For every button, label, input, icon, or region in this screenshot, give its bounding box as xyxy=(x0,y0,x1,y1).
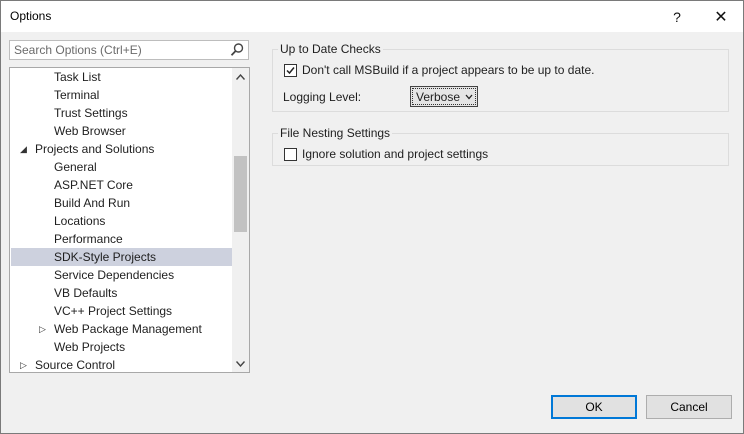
cancel-button-label: Cancel xyxy=(670,400,708,414)
tree-item-label: Service Dependencies xyxy=(54,268,175,282)
tree-item-label: Web Package Management xyxy=(54,322,202,336)
help-icon: ? xyxy=(673,8,681,25)
tree-item-label: Web Browser xyxy=(54,124,126,138)
expand-arrow-icon[interactable]: ▷ xyxy=(20,356,27,372)
tree-item-task-list[interactable]: Task List xyxy=(11,68,232,86)
logging-level-select[interactable]: Verbose xyxy=(410,86,478,107)
search-input[interactable] xyxy=(14,42,224,58)
tree-item-general[interactable]: General xyxy=(11,158,232,176)
close-icon: ✕ xyxy=(714,8,728,26)
collapse-arrow-icon[interactable]: ◢ xyxy=(20,140,27,158)
tree-item-label: VB Defaults xyxy=(54,286,118,300)
tree-item-label: VC++ Project Settings xyxy=(54,304,173,318)
search-box[interactable] xyxy=(9,40,249,60)
tree-item-label: Locations xyxy=(54,214,106,228)
tree-item-label: Task List xyxy=(54,70,101,84)
tree-item-projects-and-solutions[interactable]: ◢ Projects and Solutions xyxy=(11,140,232,158)
tree-item-web-projects[interactable]: Web Projects xyxy=(11,338,232,356)
tree-item-trust-settings[interactable]: Trust Settings xyxy=(11,104,232,122)
tree-item-label: ASP.NET Core xyxy=(54,178,133,192)
tree-item-source-control[interactable]: ▷ Source Control xyxy=(11,356,232,372)
expand-arrow-icon[interactable]: ▷ xyxy=(39,320,46,338)
ok-button-label: OK xyxy=(585,400,603,414)
tree-item-label: Source Control xyxy=(35,358,116,372)
scrollbar-thumb[interactable] xyxy=(234,156,247,232)
tree-item-label: General xyxy=(54,160,97,174)
options-dialog: Options ? ✕ Task List Terminal Trust Set… xyxy=(0,0,744,434)
tree-item-label: SDK-Style Projects xyxy=(54,250,157,264)
dont-call-msbuild-checkbox[interactable] xyxy=(284,64,297,77)
tree-item-vcpp-project-settings[interactable]: VC++ Project Settings xyxy=(11,302,232,320)
ignore-solution-settings-label[interactable]: Ignore solution and project settings xyxy=(302,147,488,161)
search-icon[interactable] xyxy=(229,42,245,58)
up-to-date-group-title: Up to Date Checks xyxy=(278,42,383,56)
ok-button[interactable]: OK xyxy=(551,395,637,419)
options-tree: Task List Terminal Trust Settings Web Br… xyxy=(9,67,250,373)
title-bar: Options ? ✕ xyxy=(1,1,743,32)
tree-item-label: Trust Settings xyxy=(54,106,128,120)
tree-scrollbar[interactable] xyxy=(232,68,249,372)
tree-item-label: Performance xyxy=(54,232,123,246)
tree-item-service-dependencies[interactable]: Service Dependencies xyxy=(11,266,232,284)
scroll-up-button[interactable] xyxy=(232,68,249,85)
logging-level-value: Verbose xyxy=(416,90,461,104)
tree-item-locations[interactable]: Locations xyxy=(11,212,232,230)
help-button[interactable]: ? xyxy=(657,1,697,32)
chevron-up-icon xyxy=(236,73,245,80)
logging-level-label: Logging Level: xyxy=(283,90,362,104)
dont-call-msbuild-label[interactable]: Don't call MSBuild if a project appears … xyxy=(302,63,594,77)
chevron-down-icon xyxy=(236,360,245,367)
tree-item-label: Build And Run xyxy=(54,196,131,210)
file-nesting-group-title: File Nesting Settings xyxy=(278,126,393,140)
checkmark-icon xyxy=(286,67,295,75)
close-button[interactable]: ✕ xyxy=(701,1,741,32)
ignore-solution-settings-checkbox[interactable] xyxy=(284,148,297,161)
scroll-down-button[interactable] xyxy=(232,355,249,372)
tree-item-web-package-management[interactable]: ▷ Web Package Management xyxy=(11,320,232,338)
tree-item-build-and-run[interactable]: Build And Run xyxy=(11,194,232,212)
tree-item-web-browser[interactable]: Web Browser xyxy=(11,122,232,140)
tree-item-aspnet-core[interactable]: ASP.NET Core xyxy=(11,176,232,194)
tree-item-vb-defaults[interactable]: VB Defaults xyxy=(11,284,232,302)
tree-item-performance[interactable]: Performance xyxy=(11,230,232,248)
tree-item-label: Projects and Solutions xyxy=(35,142,155,156)
tree-item-terminal[interactable]: Terminal xyxy=(11,86,232,104)
tree-item-label: Terminal xyxy=(54,88,100,102)
tree-item-sdk-style-projects[interactable]: SDK-Style Projects xyxy=(11,248,232,266)
chevron-down-icon xyxy=(465,94,473,100)
cancel-button[interactable]: Cancel xyxy=(646,395,732,419)
window-title: Options xyxy=(10,9,52,23)
tree-item-label: Web Projects xyxy=(54,340,126,354)
